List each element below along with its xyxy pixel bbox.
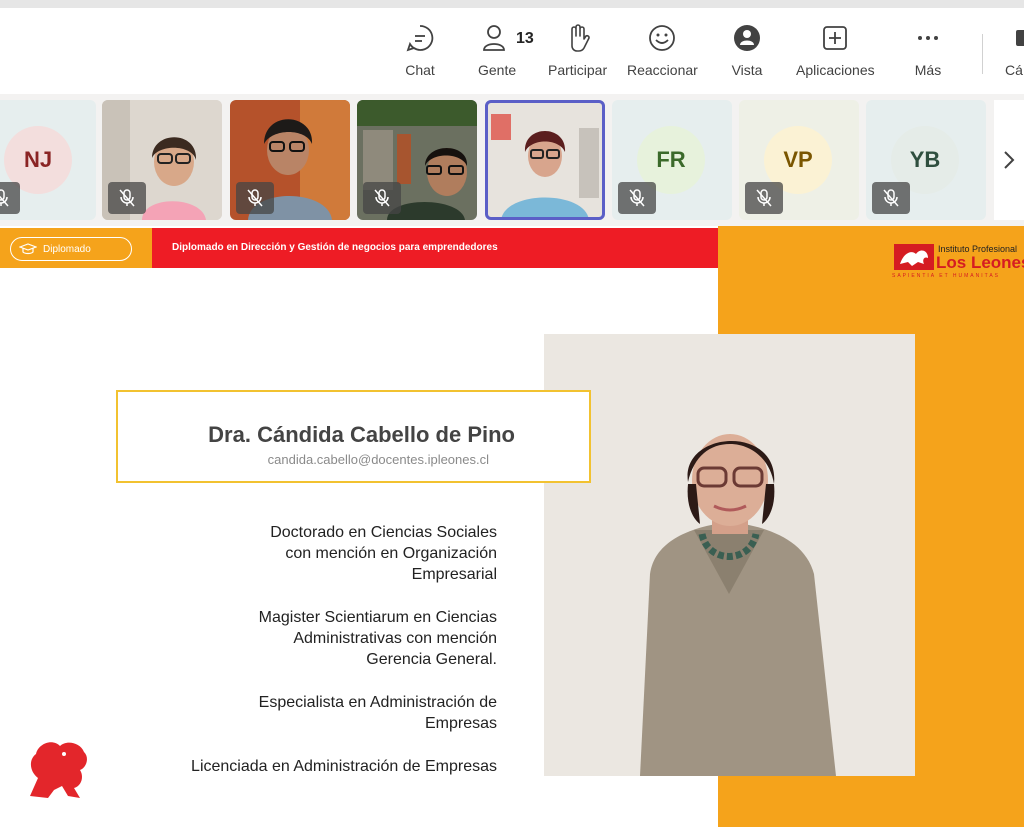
participant-tile-yb[interactable]: YB [866,100,986,220]
participant-video-tile[interactable] [357,100,477,220]
meeting-toolbar: Chat 13 Gente Participar Reaccionar Vist… [0,8,1024,94]
window-top-strip [0,0,1024,8]
apps-button[interactable]: Aplicaciones [796,22,875,88]
chevron-right-icon [1004,151,1015,169]
raise-hand-button[interactable]: Participar [548,22,607,88]
chat-icon [406,25,434,52]
next-participants-button[interactable] [994,100,1024,220]
speaker-photo [544,334,915,776]
graduation-cap-icon [19,243,37,255]
mic-muted-icon [618,182,656,214]
mic-muted-icon [236,182,274,214]
slide-header-badge-area: Diplomado [0,228,152,268]
camera-button[interactable]: Cá [1004,22,1024,88]
hand-icon [570,24,590,52]
speaker-name: Dra. Cándida Cabello de Pino [208,422,515,447]
lion-emblem-icon [30,742,87,798]
speaker-credentials: Doctorado en Ciencias Sociales con menci… [77,522,497,799]
institute-logo: Instituto Profesional Los Leones SAPIENT… [892,244,1024,280]
smiley-icon [649,25,676,51]
people-icon [483,25,505,51]
camera-label: Cá [1005,62,1023,78]
participant-video-tile[interactable] [230,100,350,220]
mic-muted-icon [0,182,20,214]
speaker-name-box: Dra. Cándida Cabello de Pino candida.cab… [116,390,591,483]
credential-item: Magister Scientiarum en Ciencias Adminis… [258,609,497,668]
credential-item: Especialista en Administración de Empres… [258,694,497,732]
lion-logo-icon [894,244,934,270]
more-label: Más [914,62,942,78]
view-button[interactable]: Vista [731,22,763,88]
view-icon [734,25,760,51]
participant-video [485,100,605,220]
react-button[interactable]: Reaccionar [627,22,698,88]
toolbar-divider [982,34,983,74]
participant-video-tile-active[interactable] [485,100,605,220]
shared-slide: Diplomado Diplomado en Dirección y Gesti… [0,226,1024,827]
participant-tile-nj[interactable]: NJ [0,100,96,220]
logo-line3: SAPIENTIA ET HUMANITAS [892,273,1000,279]
mic-muted-icon [872,182,910,214]
raise-hand-label: Participar [548,62,608,78]
diplomado-badge: Diplomado [10,237,132,261]
credential-item: Doctorado en Ciencias Sociales con menci… [270,524,497,583]
participant-tile-fr[interactable]: FR [612,100,732,220]
apps-label: Aplicaciones [796,62,875,78]
participant-video-tile[interactable] [102,100,222,220]
credential-item: Licenciada en Administración de Empresas [191,758,497,775]
chat-label: Chat [405,62,435,78]
more-icon [918,36,938,40]
add-app-icon [823,26,848,50]
people-count: 13 [516,30,534,47]
slide-header-bar: Diplomado en Dirección y Gestión de nego… [152,228,718,268]
more-button[interactable]: Más [912,22,944,88]
program-title: Diplomado en Dirección y Gestión de nego… [172,242,498,253]
mic-muted-icon [108,182,146,214]
speaker-portrait [544,334,915,776]
react-label: Reaccionar [627,62,698,78]
mic-muted-icon [363,182,401,214]
speaker-email: candida.cabello@docentes.ipleones.cl [267,452,489,467]
chat-button[interactable]: Chat [404,22,436,88]
diplomado-badge-label: Diplomado [43,243,91,255]
people-label: Gente [478,62,517,78]
mic-muted-icon [745,182,783,214]
logo-line2: Los Leones [936,253,1024,272]
view-label: Vista [731,62,763,78]
participant-tile-vp[interactable]: VP [739,100,859,220]
participant-strip: NJ FR VP YB [0,94,1024,226]
camera-icon [1016,30,1024,46]
people-button[interactable]: 13 Gente [478,22,534,88]
